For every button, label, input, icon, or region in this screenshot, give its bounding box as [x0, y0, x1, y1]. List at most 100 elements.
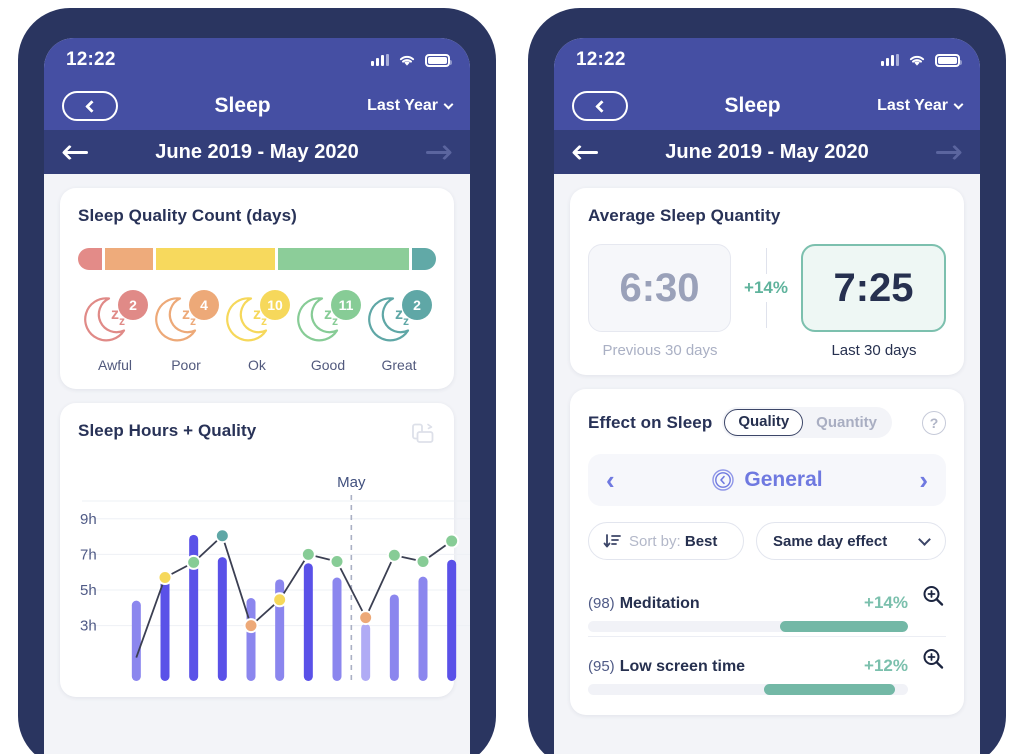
next-period-button[interactable]	[426, 143, 453, 161]
chart-point[interactable]	[157, 570, 173, 586]
chart-bar	[160, 573, 170, 681]
chart-bar	[246, 598, 256, 681]
effect-bar-track	[588, 621, 908, 632]
effect-name: Meditation	[619, 595, 700, 612]
screenshot-stage: 12:22 Sleep Last Year June 2019 - May 20…	[0, 0, 1024, 754]
next-category-button[interactable]: ›	[919, 467, 928, 493]
question-mark-icon[interactable]: ?	[922, 410, 946, 435]
chart-point[interactable]	[386, 547, 402, 563]
quality-legend-item[interactable]: z z 2 Great	[364, 290, 434, 373]
effect-rank: (98)	[588, 595, 615, 612]
tab-quantity[interactable]: Quantity	[803, 409, 890, 436]
effect-window-value: Same day effect	[773, 532, 888, 550]
chart-point[interactable]	[300, 546, 316, 562]
page-title: Sleep	[724, 94, 781, 117]
quality-count-badge: 2	[118, 290, 148, 320]
card-title: Effect on Sleep	[588, 412, 713, 432]
date-range-label: June 2019 - May 2020	[665, 140, 869, 163]
right-content: Average Sleep Quantity 6:30 +14% 7:25 Pr…	[554, 174, 980, 715]
effect-mode-toggle[interactable]: Quality Quantity	[722, 407, 893, 438]
range-label: Last Year	[367, 97, 438, 114]
sleep-quality-count-card: Sleep Quality Count (days) z z 2 Awful z z 4 Po…	[60, 188, 454, 389]
effect-bar-track	[588, 684, 908, 695]
chart-bar	[389, 594, 399, 681]
signal-bars-icon	[881, 54, 899, 66]
chart-ytick-label: 9h	[80, 511, 97, 528]
chart-point[interactable]	[214, 528, 230, 544]
quality-label: Awful	[98, 357, 132, 373]
chevron-down-icon	[443, 99, 454, 110]
chart-bar	[217, 557, 227, 681]
sleep-chart: 3h 5h 7h 9h May	[78, 459, 470, 681]
range-selector[interactable]: Last Year	[367, 97, 454, 115]
moon-zzz-icon: zz4	[155, 290, 219, 350]
average-sleep-quantity-card: Average Sleep Quantity 6:30 +14% 7:25 Pr…	[570, 188, 964, 375]
rotate-device-icon[interactable]	[410, 421, 436, 447]
last-value: 7:25	[801, 244, 946, 332]
date-range-bar: June 2019 - May 2020	[554, 130, 980, 174]
change-percent: +14%	[742, 274, 790, 302]
phone-frame-right: 12:22 Sleep Last Year June 2019 - May 20…	[528, 8, 1006, 754]
effect-list-item[interactable]: (98) Meditation +14%	[588, 574, 946, 636]
status-time: 12:22	[66, 49, 116, 70]
sort-by-button[interactable]: Sort by: Best	[588, 522, 744, 560]
phone-frame-left: 12:22 Sleep Last Year June 2019 - May 20…	[18, 8, 496, 754]
quality-label: Ok	[248, 357, 266, 373]
quality-segment-awful	[78, 248, 102, 270]
next-period-button[interactable]	[936, 143, 963, 161]
chevron-left-icon	[595, 99, 608, 113]
range-label: Last Year	[877, 97, 948, 114]
chart-bar	[447, 559, 457, 681]
quality-legend: z z 2 Awful z z 4 Poor z z 10 Ok z z 11 Good z z 2 Great	[78, 290, 436, 373]
chart-point[interactable]	[415, 554, 431, 570]
effect-list-item[interactable]: (95) Low screen time +12%	[588, 637, 946, 699]
back-button[interactable]	[62, 91, 118, 121]
battery-icon	[425, 53, 452, 67]
effect-header: Effect on Sleep Quality Quantity ?	[588, 407, 946, 438]
chart-point[interactable]	[186, 554, 202, 570]
prev-category-button[interactable]: ‹	[606, 467, 615, 493]
chart-bar	[418, 576, 428, 681]
range-selector[interactable]: Last Year	[877, 97, 964, 115]
zoom-in-icon[interactable]	[920, 584, 946, 608]
effect-percent: +14%	[864, 593, 908, 612]
chart-point[interactable]	[444, 533, 460, 549]
quality-label: Great	[381, 357, 417, 373]
quality-count-badge: 11	[331, 290, 361, 320]
chart-point[interactable]	[329, 554, 345, 570]
moon-zzz-icon: zz2	[368, 290, 432, 350]
moon-zzz-icon: zz2	[84, 290, 148, 350]
category-current: General	[711, 468, 823, 492]
card-title: Sleep Hours + Quality	[78, 421, 257, 440]
prev-period-button[interactable]	[571, 143, 598, 161]
quality-legend-item[interactable]: z z 10 Ok	[222, 290, 292, 373]
change-indicator: +14%	[731, 244, 801, 332]
category-navigator: ‹ General ›	[588, 454, 946, 506]
effect-list: (98) Meditation +14% (95) Low screen time +12…	[588, 574, 946, 699]
battery-icon	[935, 53, 962, 67]
effect-window-select[interactable]: Same day effect	[756, 522, 946, 560]
quality-legend-item[interactable]: z z 2 Awful	[80, 290, 150, 373]
chart-point[interactable]	[358, 610, 374, 626]
chart-point[interactable]	[272, 592, 288, 608]
chart-bar	[303, 563, 313, 681]
wifi-icon	[909, 55, 925, 66]
chart-annotation-label: May	[337, 474, 366, 491]
quality-count-badge: 10	[260, 290, 290, 320]
chart-point[interactable]	[243, 618, 259, 634]
card-title: Sleep Quality Count (days)	[78, 206, 297, 225]
prev-period-button[interactable]	[61, 143, 88, 161]
page-title: Sleep	[214, 94, 271, 117]
sort-by-label: Sort by: Best	[629, 532, 718, 550]
status-icons	[371, 53, 452, 67]
quality-count-badge: 4	[189, 290, 219, 320]
quality-legend-item[interactable]: z z 4 Poor	[151, 290, 221, 373]
zoom-in-icon[interactable]	[920, 647, 946, 671]
chevron-down-icon	[953, 99, 964, 110]
quality-legend-item[interactable]: z z 11 Good	[293, 290, 363, 373]
back-button[interactable]	[572, 91, 628, 121]
previous-caption: Previous 30 days	[602, 342, 718, 359]
general-clock-icon	[712, 469, 735, 491]
tab-quality[interactable]: Quality	[724, 409, 804, 436]
chart-ytick-label: 5h	[80, 582, 97, 599]
